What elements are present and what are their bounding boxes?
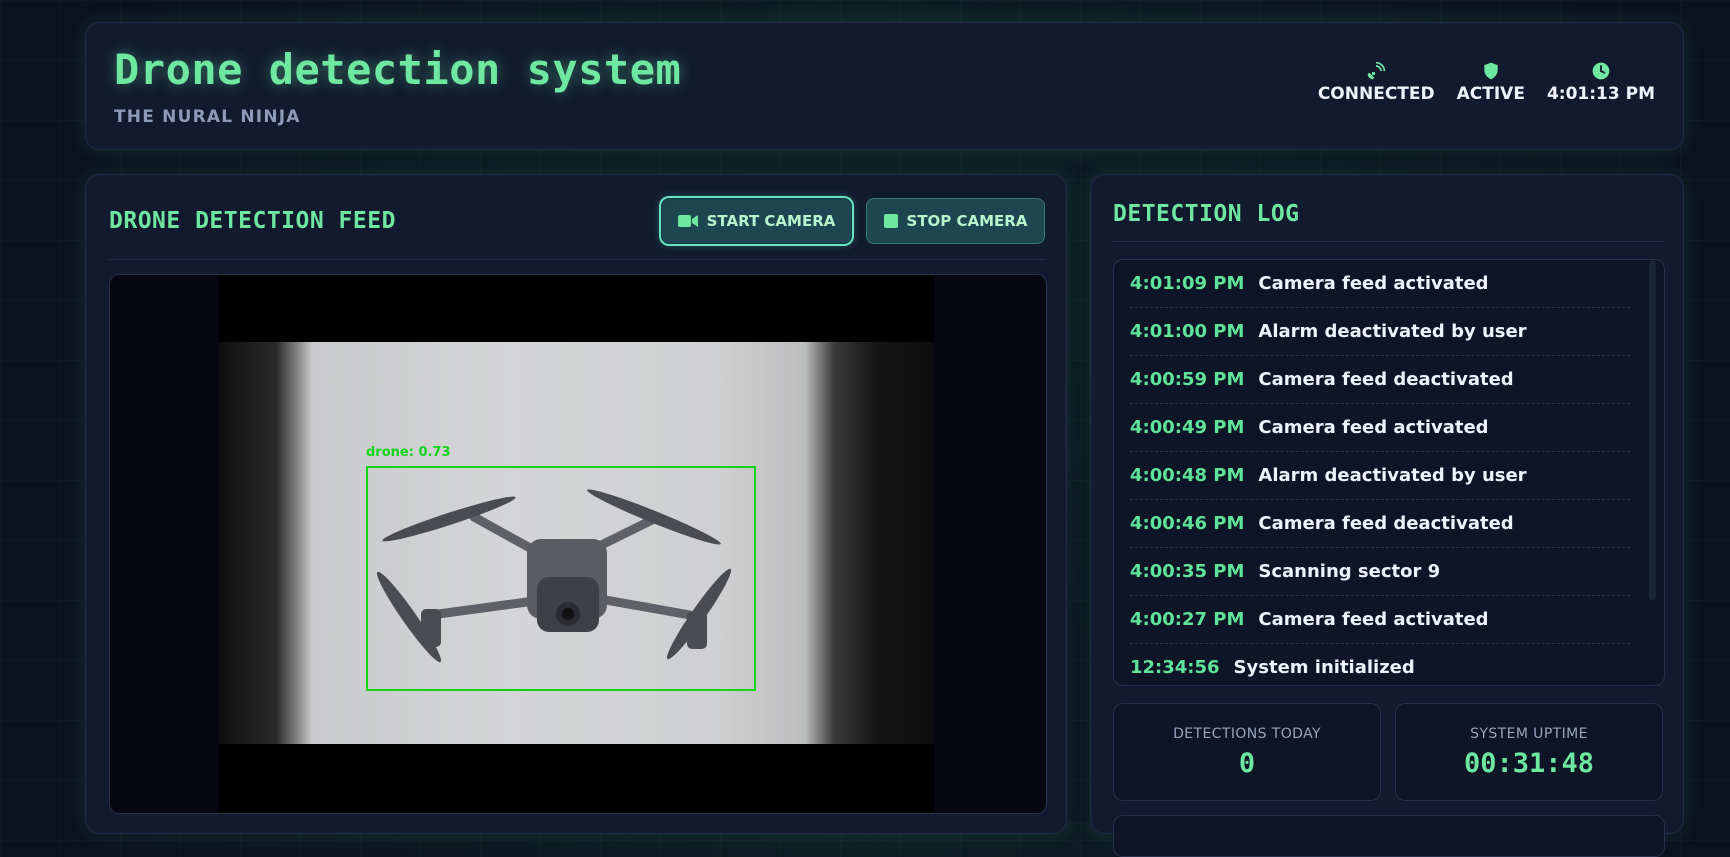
satellite-dish-icon <box>1367 61 1386 80</box>
app-title: Drone detection system <box>114 45 682 94</box>
drone-image <box>376 489 732 663</box>
clock-icon <box>1592 62 1610 80</box>
status-system: ACTIVE <box>1457 61 1525 104</box>
log-entry: 4:00:35 PM Scanning sector 9 <box>1130 548 1630 596</box>
shield-icon <box>1484 62 1498 80</box>
log-entry-message: System initialized <box>1233 657 1415 678</box>
status-connection-label: CONNECTED <box>1317 84 1435 104</box>
status-clock-time: 4:01:13 PM <box>1546 84 1655 104</box>
detections-today-value: 0 <box>1238 747 1256 779</box>
log-entry-time: 4:00:49 PM <box>1130 417 1245 438</box>
log-entry-message: Camera feed deactivated <box>1258 369 1514 390</box>
log-entry: 4:00:59 PM Camera feed deactivated <box>1130 356 1630 404</box>
start-camera-label: START CAMERA <box>706 212 836 230</box>
video-camera-icon <box>677 215 698 227</box>
log-entry: 4:01:00 PM Alarm deactivated by user <box>1130 308 1630 356</box>
status-clock: 4:01:13 PM <box>1547 61 1655 104</box>
system-uptime-value: 00:31:48 <box>1463 747 1595 779</box>
log-entry-time: 4:00:46 PM <box>1130 513 1245 534</box>
camera-image: drone: 0.73 <box>219 342 934 744</box>
log-scrollbar[interactable] <box>1649 260 1656 600</box>
status-system-label: ACTIVE <box>1456 84 1525 104</box>
log-entry-message: Alarm deactivated by user <box>1258 321 1527 342</box>
status-group: CONNECTED ACTIVE 4:01:13 PM <box>1318 61 1655 104</box>
additional-card <box>1113 815 1665 857</box>
log-entry-message: Camera feed deactivated <box>1258 513 1514 534</box>
log-entry-time: 4:00:27 PM <box>1130 609 1245 630</box>
stop-camera-button[interactable]: STOP CAMERA <box>866 198 1045 244</box>
stop-camera-label: STOP CAMERA <box>906 212 1028 230</box>
system-uptime-label: SYSTEM UPTIME <box>1470 725 1588 742</box>
status-connection: CONNECTED <box>1318 61 1435 104</box>
detection-feed-panel: DRONE DETECTION FEED START CAMERA STOP C… <box>85 174 1067 834</box>
log-entry: 4:00:48 PM Alarm deactivated by user <box>1130 452 1630 500</box>
system-uptime-card: SYSTEM UPTIME 00:31:48 <box>1395 703 1663 801</box>
detection-label: drone: 0.73 <box>366 445 451 460</box>
video-frame: drone: 0.73 <box>109 274 1047 814</box>
header-panel: Drone detection system THE NURAL NINJA C… <box>85 22 1684 150</box>
log-entry-message: Alarm deactivated by user <box>1258 465 1527 486</box>
log-entry-message: Scanning sector 9 <box>1258 561 1441 582</box>
detections-today-label: DETECTIONS TODAY <box>1173 725 1321 742</box>
camera-video: drone: 0.73 <box>219 275 934 813</box>
log-title: DETECTION LOG <box>1113 201 1300 227</box>
log-entry-time: 4:00:59 PM <box>1130 369 1245 390</box>
start-camera-button[interactable]: START CAMERA <box>661 198 852 244</box>
log-entry: 12:34:56 System initialized <box>1130 644 1630 685</box>
detections-today-card: DETECTIONS TODAY 0 <box>1113 703 1381 801</box>
log-entry-time: 4:00:35 PM <box>1130 561 1245 582</box>
app-subtitle: THE NURAL NINJA <box>114 107 301 127</box>
feed-divider <box>109 259 1045 260</box>
log-entry-message: Camera feed activated <box>1258 417 1489 438</box>
log-entry-time: 12:34:56 <box>1130 657 1220 678</box>
log-entry: 4:00:46 PM Camera feed deactivated <box>1130 500 1630 548</box>
feed-title: DRONE DETECTION FEED <box>109 208 396 234</box>
log-entry-message: Camera feed activated <box>1258 273 1489 294</box>
log-list: 4:01:09 PM Camera feed activated 4:01:00 … <box>1130 260 1630 685</box>
detection-log-panel: DETECTION LOG 4:01:09 PM Camera feed acti… <box>1090 174 1684 857</box>
log-entry-time: 4:01:00 PM <box>1130 321 1245 342</box>
log-entry: 4:00:49 PM Camera feed activated <box>1130 404 1630 452</box>
stop-square-icon <box>883 214 898 228</box>
log-entry: 4:01:09 PM Camera feed activated <box>1130 260 1630 308</box>
log-list-container[interactable]: 4:01:09 PM Camera feed activated 4:01:00 … <box>1113 259 1665 686</box>
log-divider <box>1113 241 1663 242</box>
log-entry-time: 4:01:09 PM <box>1130 273 1245 294</box>
log-entry-message: Camera feed activated <box>1258 609 1489 630</box>
log-entry-time: 4:00:48 PM <box>1130 465 1245 486</box>
log-entry: 4:00:27 PM Camera feed activated <box>1130 596 1630 644</box>
